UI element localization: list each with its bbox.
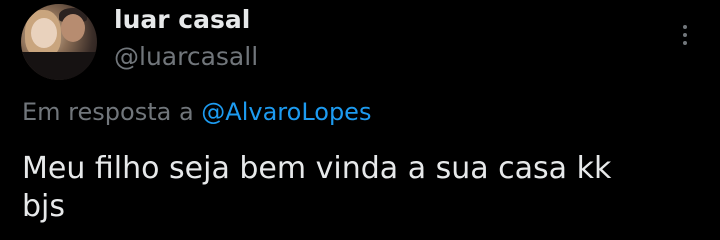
more-vertical-icon — [683, 41, 687, 45]
more-vertical-icon — [683, 33, 687, 37]
more-vertical-icon — [683, 25, 687, 29]
avatar-photo-detail — [21, 52, 97, 80]
avatar-photo-detail — [31, 18, 57, 48]
reply-mention-link[interactable]: @AlvaroLopes — [201, 98, 371, 126]
avatar[interactable] — [21, 4, 97, 80]
tweet-text-line: Meu filho seja bem vinda a sua casa kk — [22, 151, 612, 186]
reply-prefix: Em resposta a — [22, 98, 202, 126]
tweet-text-line: bjs — [22, 189, 66, 224]
tweet-text: Meu filho seja bem vinda a sua casa kk b… — [22, 150, 702, 226]
more-options-button[interactable] — [674, 20, 696, 50]
tweet: luar casal @luarcasall Em resposta a @Al… — [0, 0, 720, 240]
avatar-photo-detail — [61, 14, 85, 42]
reply-context: Em resposta a @AlvaroLopes — [22, 96, 371, 128]
author-name[interactable]: luar casal — [114, 4, 250, 36]
author-handle[interactable]: @luarcasall — [114, 41, 258, 73]
